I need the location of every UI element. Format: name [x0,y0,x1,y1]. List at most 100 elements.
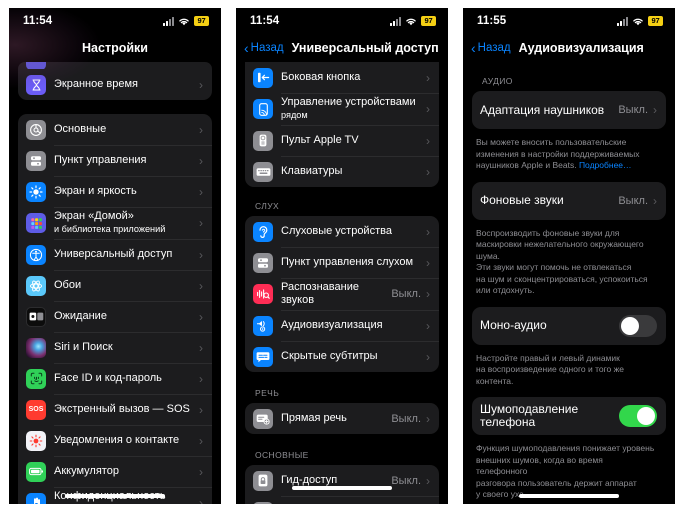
assistive-access-icon [253,501,273,504]
row-home-screen[interactable]: Экран «Домой» и библиотека приложений › [18,207,212,239]
section-header-general: Основные [255,450,309,460]
chevron-right-icon: › [199,496,203,504]
row-keyboards[interactable]: Клавиатуры › [245,156,439,187]
row-label-line2: и библиотека приложений [54,224,166,234]
status-bar-1: 11:54 97 [9,8,221,34]
row-contact-alerts[interactable]: Уведомления о контакте › [18,425,212,456]
row-assistive-access[interactable]: Упрощенный доступ › [245,496,439,504]
chevron-right-icon: › [199,433,203,448]
hourglass-icon [26,74,46,95]
cellular-signal-icon [390,16,401,26]
row-label: Пункт управления [54,154,147,166]
accessibility-list[interactable]: Боковая кнопка › Управление устройствами… [236,62,448,504]
row-emergency-sos[interactable]: SOS Экстренный вызов — SOS › [18,394,212,425]
row-battery[interactable]: Аккумулятор › [18,456,212,487]
group-background-sounds: Фоновые звуки Выкл. › [472,181,666,220]
row-label: Шумоподавление телефона [480,402,579,429]
cellular-signal-icon [163,16,174,26]
phone-panel-accessibility: 11:54 97 ‹ Назад Универсальный доступ Бо… [236,8,448,504]
battery-icon: 97 [194,16,209,26]
group-physical-motor: Боковая кнопка › Управление устройствами… [245,62,439,187]
home-indicator [292,486,392,490]
chevron-right-icon: › [199,309,203,324]
battery-icon [26,461,46,482]
row-display-brightness[interactable]: Экран и яркость › [18,176,212,207]
row-headphone-accommodations[interactable]: Адаптация наушников Выкл. › [472,91,666,129]
row-label: Распознавание звуков [281,281,359,306]
chevron-right-icon: › [199,122,203,137]
row-value: Выкл. [618,194,648,207]
row-hearing-devices[interactable]: Слуховые устройства › [245,216,439,247]
side-button-icon [253,67,273,88]
mono-audio-toggle[interactable] [619,314,657,337]
keyboard-icon [253,161,273,182]
chevron-right-icon: › [199,77,203,92]
chevron-right-icon: › [199,278,203,293]
row-faceid-passcode[interactable]: Face ID и код-пароль › [18,363,212,394]
row-label: Экстренный вызов — SOS [54,403,190,415]
row-siri-search[interactable]: Siri и Поиск › [18,332,212,363]
home-indicator [65,494,165,498]
row-label: Клавиатуры [281,165,343,177]
status-time: 11:54 [23,15,53,27]
row-background-sounds[interactable]: Фоновые звуки Выкл. › [472,182,666,220]
row-label: Фоновые звуки [480,193,564,207]
footnote-background-sounds: Воспроизводить фоновые звуки для маскиро… [476,227,648,296]
row-mono-audio[interactable]: Моно-аудио [472,307,666,345]
chevron-right-icon: › [199,153,203,168]
nav-bar-3: ‹ Назад Аудиовизуализация [463,34,675,62]
row-accessibility[interactable]: Универсальный доступ › [18,239,212,270]
row-subtitles[interactable]: Скрытые субтитры › [245,341,439,372]
row-label: Face ID и код-пароль [54,372,162,384]
home-indicator [519,494,619,498]
accessibility-icon [26,244,46,265]
settings-list-1[interactable]: Экранное время › Основные › Пункт управл… [9,62,221,504]
footnote-mono-audio: Настройте правый и левый динамик на восп… [476,352,625,386]
row-audio-visual[interactable]: Аудиовизуализация › [245,310,439,341]
status-indicators: 97 [390,16,436,26]
audio-visual-icon [253,315,273,336]
row-label: Обои [54,279,82,291]
row-side-button[interactable]: Боковая кнопка › [245,62,439,93]
row-guided-access[interactable]: Гид-доступ Выкл. › [245,465,439,496]
chevron-left-icon: ‹ [471,40,476,56]
audio-visual-list[interactable]: Аудио Адаптация наушников Выкл. › Вы мож… [463,62,675,504]
status-indicators: 97 [163,16,209,26]
row-value: Выкл. [618,104,648,116]
row-apple-tv-remote[interactable]: Пульт Apple TV › [245,125,439,156]
chevron-right-icon: › [426,224,430,239]
live-speech-icon [253,408,273,429]
chevron-right-icon: › [426,164,430,179]
row-wallpaper[interactable]: Обои › [18,270,212,301]
back-button[interactable]: ‹ Назад [244,41,284,55]
three-phone-screenshot-composite: 11:54 97 Настройки Экранное время › Осно… [0,0,683,512]
row-general[interactable]: Основные › [18,114,212,145]
row-label: Основные [54,123,107,135]
battery-icon: 97 [421,16,436,26]
row-standby[interactable]: Ожидание › [18,301,212,332]
app-grid-icon [26,213,46,233]
chevron-right-icon: › [199,184,203,199]
row-value: Выкл. [391,412,421,425]
row-phone-noise-cancellation[interactable]: Шумоподавление телефона [472,397,666,435]
page-title: Универсальный доступ [291,41,439,55]
row-sound-recognition[interactable]: Распознавание звуков Выкл. › [245,278,439,310]
partial-row-top [18,62,212,69]
row-label: Экранное время [54,78,138,90]
row-nearby-device-control[interactable]: Управление устройствами рядом › [245,93,439,125]
page-title: Аудиовизуализация [518,41,644,55]
row-live-speech[interactable]: Прямая речь Выкл. › [245,403,439,434]
row-screen-time[interactable]: Экранное время › [18,69,212,100]
back-button[interactable]: ‹ Назад [471,40,511,56]
status-bar-2: 11:54 97 [236,8,448,34]
apple-tv-remote-icon [253,130,273,151]
phone-noise-cancellation-toggle[interactable] [619,405,657,427]
row-label-multiline: Экран «Домой» и библиотека приложений [54,210,199,236]
row-label: Экран «Домой» [54,210,134,222]
status-time: 11:54 [250,15,280,27]
row-control-center[interactable]: Пункт управления › [18,145,212,176]
learn-more-link[interactable]: Подробнее… [579,160,632,170]
group-general: Гид-доступ Выкл. › Упрощенный доступ › Б… [245,465,439,504]
hand-privacy-icon [26,493,46,504]
row-hearing-control[interactable]: Пункт управления слухом › [245,247,439,278]
